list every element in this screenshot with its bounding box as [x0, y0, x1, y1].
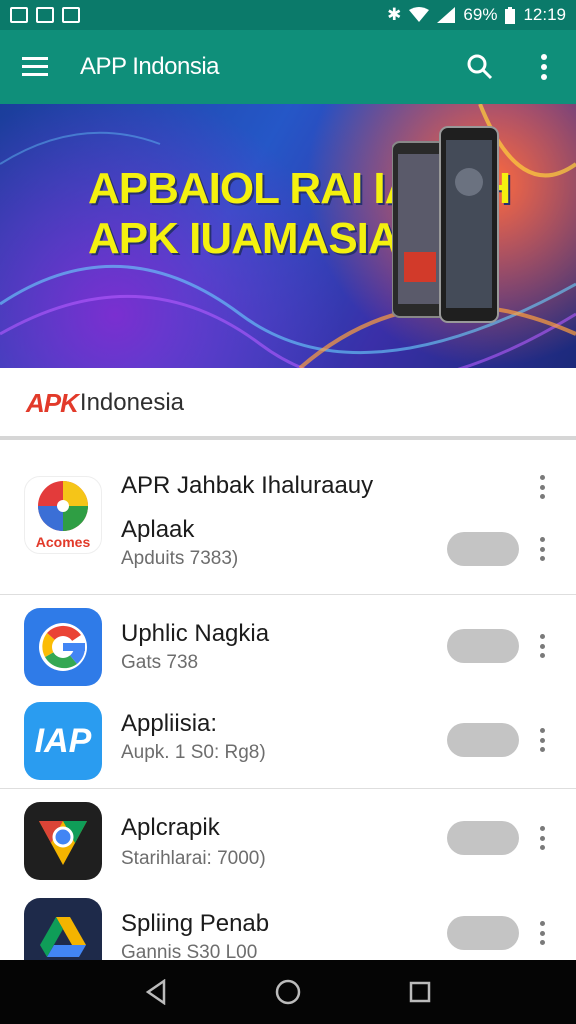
- featured-app-item[interactable]: Acomes APR Jahbak Ihaluraauy Aplaak Apdu…: [0, 460, 576, 590]
- featured-sub: Apduits 7383): [121, 548, 239, 569]
- featured-name: Aplaak: [121, 516, 195, 543]
- chrome-like-icon: [24, 802, 102, 880]
- overflow-menu-button[interactable]: [512, 30, 576, 104]
- item-more-button[interactable]: [532, 918, 552, 948]
- acomes-label: Acomes: [35, 534, 91, 550]
- drive-like-icon: [24, 898, 102, 960]
- install-button[interactable]: [447, 723, 519, 757]
- app-list-item[interactable]: IAP Appliisia: Aupk. 1 S0: Rg8): [0, 696, 576, 788]
- hamburger-icon: [22, 57, 48, 76]
- app-sub: Gannis S30 L00: [121, 942, 258, 960]
- iap-icon: IAP: [24, 702, 102, 780]
- item-more-button[interactable]: [532, 472, 552, 502]
- bluetooth-icon: ✱: [387, 5, 402, 24]
- install-button[interactable]: [447, 821, 519, 855]
- brand-header: APK Indonesia: [0, 370, 576, 440]
- google-icon: [24, 608, 102, 686]
- item-more-button[interactable]: [532, 534, 552, 564]
- install-button[interactable]: [447, 916, 519, 950]
- app-name: Appliisia:: [121, 710, 218, 737]
- home-button[interactable]: [268, 972, 308, 1012]
- notification-icon: [62, 7, 80, 23]
- app-sub: Starihlarai: 7000): [121, 848, 266, 869]
- phones-illustration: [392, 126, 499, 323]
- back-button[interactable]: [136, 972, 176, 1012]
- pinwheel-icon: [38, 481, 88, 531]
- app-name: Spliing Penab: [121, 910, 270, 937]
- search-icon: [467, 54, 493, 80]
- divider: [0, 788, 576, 789]
- item-more-button[interactable]: [532, 823, 552, 853]
- item-more-button[interactable]: [532, 725, 552, 755]
- install-button[interactable]: [447, 629, 519, 663]
- app-name: Uphlic Nagkia: [121, 620, 270, 647]
- back-icon: [145, 979, 166, 1005]
- app-name: Aplcrapik: [121, 814, 220, 841]
- app-sub: Gats 738: [121, 652, 199, 673]
- item-more-button[interactable]: [532, 631, 552, 661]
- system-nav-bar: [0, 960, 576, 1024]
- app-list-item[interactable]: Spliing Penab Gannis S30 L00: [0, 890, 576, 960]
- notification-icon: [10, 7, 28, 23]
- recents-icon: [409, 981, 431, 1003]
- promo-banner[interactable]: APBAIOL RAI IAGAH APK IUAMASIA: [0, 104, 576, 368]
- menu-button[interactable]: [0, 30, 70, 104]
- wifi-icon: [409, 7, 430, 22]
- app-list-item[interactable]: Uphlic Nagkia Gats 738: [0, 600, 576, 696]
- status-bar: ✱ 69% 12:19: [0, 0, 576, 30]
- app-list-item[interactable]: Aplcrapik Starihlarai: 7000): [0, 790, 576, 890]
- app-bar: APP Indonsia: [0, 30, 576, 104]
- recents-button[interactable]: [400, 972, 440, 1012]
- app-title: APP Indonsia: [80, 53, 220, 80]
- search-button[interactable]: [448, 30, 512, 104]
- featured-title: APR Jahbak Ihaluraauy: [121, 472, 374, 499]
- clock: 12:19: [523, 5, 566, 24]
- brand-name: Indonesia: [79, 389, 184, 416]
- install-button[interactable]: [447, 532, 519, 566]
- more-vert-icon: [541, 54, 547, 80]
- acomes-app-icon: Acomes: [24, 476, 102, 554]
- signal-icon: [437, 7, 456, 23]
- battery-level: 69%: [463, 5, 498, 24]
- app-sub: Aupk. 1 S0: Rg8): [121, 742, 266, 763]
- divider: [0, 594, 576, 595]
- notification-icon: [36, 7, 54, 23]
- home-icon: [275, 979, 301, 1005]
- apk-logo: APK: [26, 387, 79, 418]
- battery-icon: [505, 6, 516, 24]
